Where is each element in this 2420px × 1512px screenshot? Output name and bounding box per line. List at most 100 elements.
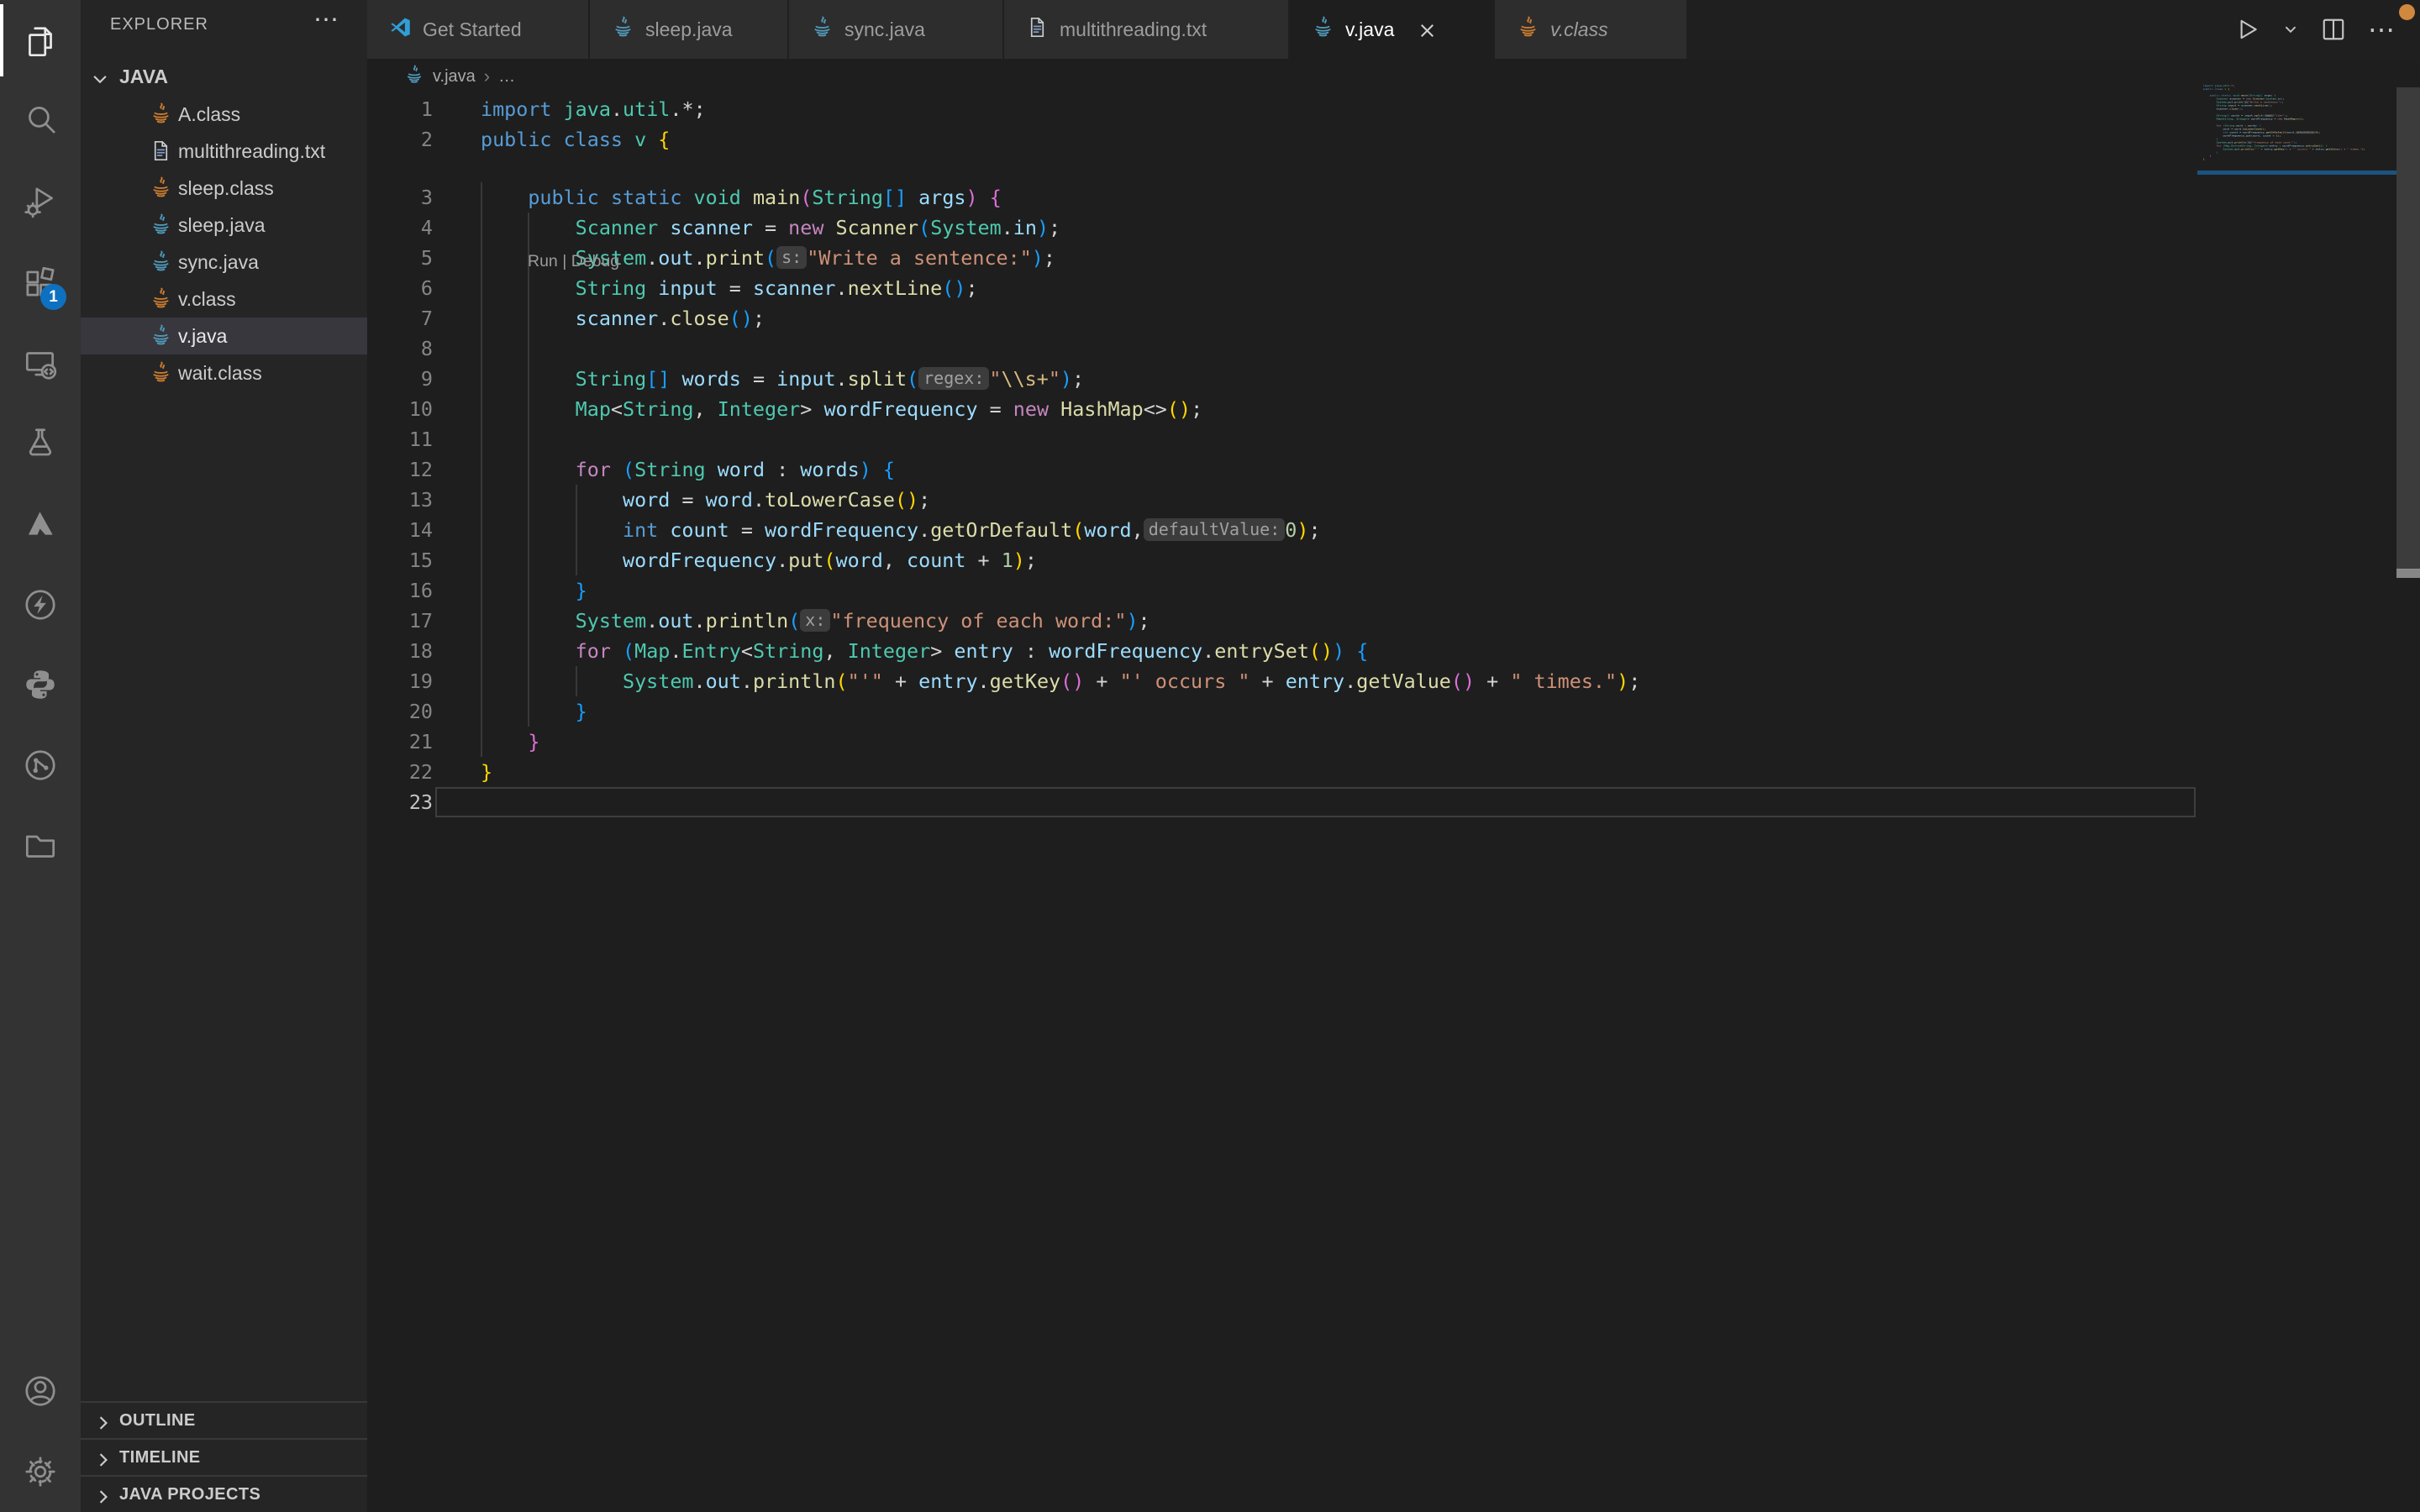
- activitybar-python-icon[interactable]: [0, 645, 81, 724]
- tab-get-started[interactable]: Get Started: [367, 0, 588, 59]
- tab-label: multithreading.txt: [1060, 18, 1207, 41]
- line-number: 12: [367, 454, 433, 485]
- file-item-wait.class[interactable]: wait.class: [81, 354, 367, 391]
- code-line: 7 scanner.close();: [367, 303, 2420, 333]
- codelens-run[interactable]: Run: [528, 252, 558, 270]
- code-editor[interactable]: 1 import java.util.*; 2 public class v {…: [367, 94, 2420, 1512]
- activitybar-settings-gear-icon[interactable]: [0, 1432, 81, 1511]
- vertical-scrollbar[interactable]: [2396, 87, 2420, 570]
- line-number: 6: [367, 273, 433, 303]
- activitybar-thunder-client-icon[interactable]: [0, 565, 81, 644]
- activitybar-dependency-graph-icon[interactable]: [0, 726, 81, 805]
- file-item-v.class[interactable]: v.class: [81, 281, 367, 318]
- java-class-icon: [150, 361, 172, 384]
- line-number: 16: [367, 575, 433, 606]
- file-item-A.class[interactable]: A.class: [81, 96, 367, 133]
- file-name: sync.java: [178, 251, 259, 274]
- file-item-v.java[interactable]: v.java: [81, 318, 367, 354]
- indent-guide: [528, 333, 529, 364]
- line-number: 13: [367, 485, 433, 515]
- code-line: 23: [367, 787, 2420, 817]
- tab-label: sleep.java: [645, 18, 733, 41]
- code-line: 10 Map<String, Integer> wordFrequency = …: [367, 394, 2420, 424]
- chevron-right-icon: [94, 1451, 113, 1473]
- section-label: TIMELINE: [119, 1448, 201, 1467]
- codelens: Run | Debug: [528, 249, 619, 276]
- breadcrumb-file[interactable]: v.java: [433, 67, 476, 87]
- java-source-icon: [150, 213, 172, 236]
- line-number: 20: [367, 696, 433, 727]
- more-actions-icon[interactable]: ⋯: [2368, 21, 2395, 38]
- activitybar-remote-explorer-icon[interactable]: [0, 324, 81, 403]
- file-item-multithreading.txt[interactable]: multithreading.txt: [81, 133, 367, 170]
- activitybar-project-folder-icon[interactable]: [0, 806, 81, 885]
- inlay-hint: defaultValue:: [1144, 518, 1286, 541]
- java-source-icon: [150, 324, 172, 347]
- activitybar-search-icon[interactable]: [0, 80, 81, 159]
- extensions-badge: 1: [40, 284, 66, 310]
- code-line: 12 for (String word : words) {: [367, 454, 2420, 485]
- close-icon[interactable]: [1416, 19, 1436, 39]
- tab-v.class[interactable]: v.class: [1495, 0, 1686, 59]
- code-line: 20 }: [367, 696, 2420, 727]
- codelens-separator: |: [558, 252, 571, 270]
- tab-sleep.java[interactable]: sleep.java: [590, 0, 787, 59]
- activitybar-run-debug-icon[interactable]: [0, 161, 81, 240]
- activitybar-testing-icon[interactable]: [0, 404, 81, 483]
- tab-multithreading.txt[interactable]: multithreading.txt: [1004, 0, 1288, 59]
- line-number: 7: [367, 303, 433, 333]
- indent-guide: [481, 424, 482, 454]
- code-line: 15 wordFrequency.put(word, count + 1);: [367, 545, 2420, 575]
- scrollbar-cursor-marker: [2396, 569, 2420, 578]
- line-number: 14: [367, 515, 433, 545]
- file-item-sleep.class[interactable]: sleep.class: [81, 170, 367, 207]
- activitybar-extensions-icon[interactable]: 1: [0, 244, 81, 323]
- section-timeline[interactable]: TIMELINE: [81, 1438, 367, 1475]
- code-line: 1 import java.util.*;: [367, 94, 2420, 124]
- file-item-sync.java[interactable]: sync.java: [81, 244, 367, 281]
- line-number: 2: [367, 124, 433, 155]
- code-line: 2 public class v {: [367, 124, 2420, 155]
- inlay-hint: x:: [800, 609, 830, 632]
- breadcrumb: v.java › …: [367, 59, 2420, 94]
- file-name: v.class: [178, 288, 236, 311]
- indent-guide: [481, 333, 482, 364]
- section-outline[interactable]: OUTLINE: [81, 1401, 367, 1438]
- code-line: 9 String[] words = input.split(regex:"\\…: [367, 364, 2420, 394]
- line-number: 5: [367, 243, 433, 273]
- activitybar-azure-icon[interactable]: [0, 484, 81, 563]
- code-line: 19 System.out.println("'" + entry.getKey…: [367, 666, 2420, 696]
- code-line: 21 }: [367, 727, 2420, 757]
- java-source-icon: [612, 16, 634, 43]
- line-number: 23: [367, 787, 433, 817]
- tab-v.java[interactable]: v.java: [1290, 0, 1493, 59]
- recording-indicator-dot: [2399, 4, 2415, 20]
- java-file-icon: [404, 65, 424, 89]
- file-name: wait.class: [178, 362, 262, 385]
- run-icon[interactable]: [2233, 16, 2260, 43]
- java-class-icon: [1517, 16, 1539, 43]
- code-line: 16 }: [367, 575, 2420, 606]
- activitybar-account-icon[interactable]: [0, 1352, 81, 1431]
- codelens-debug[interactable]: Debug: [571, 252, 619, 270]
- java-source-icon: [150, 250, 172, 273]
- activitybar-files-icon[interactable]: [0, 3, 81, 81]
- file-name: multithreading.txt: [178, 140, 325, 163]
- split-editor-icon[interactable]: [2321, 17, 2346, 42]
- java-source-icon: [1312, 16, 1334, 43]
- explorer-root-folder[interactable]: JAVA: [81, 59, 367, 96]
- section-label: JAVA PROJECTS: [119, 1485, 260, 1504]
- inlay-hint: s:: [776, 246, 807, 269]
- chevron-down-icon[interactable]: [2282, 21, 2299, 38]
- chevron-down-icon: [91, 71, 109, 93]
- tab-label: v.class: [1550, 18, 1608, 41]
- explorer-more-actions-icon[interactable]: ⋯: [313, 5, 339, 34]
- activity-bar: 1: [0, 0, 81, 1512]
- line-number: 18: [367, 636, 433, 666]
- section-java-projects[interactable]: JAVA PROJECTS: [81, 1475, 367, 1512]
- code-line: 8: [367, 333, 2420, 364]
- chevron-right-icon: [94, 1488, 113, 1510]
- breadcrumb-more[interactable]: …: [498, 67, 515, 87]
- tab-sync.java[interactable]: sync.java: [789, 0, 1002, 59]
- file-item-sleep.java[interactable]: sleep.java: [81, 207, 367, 244]
